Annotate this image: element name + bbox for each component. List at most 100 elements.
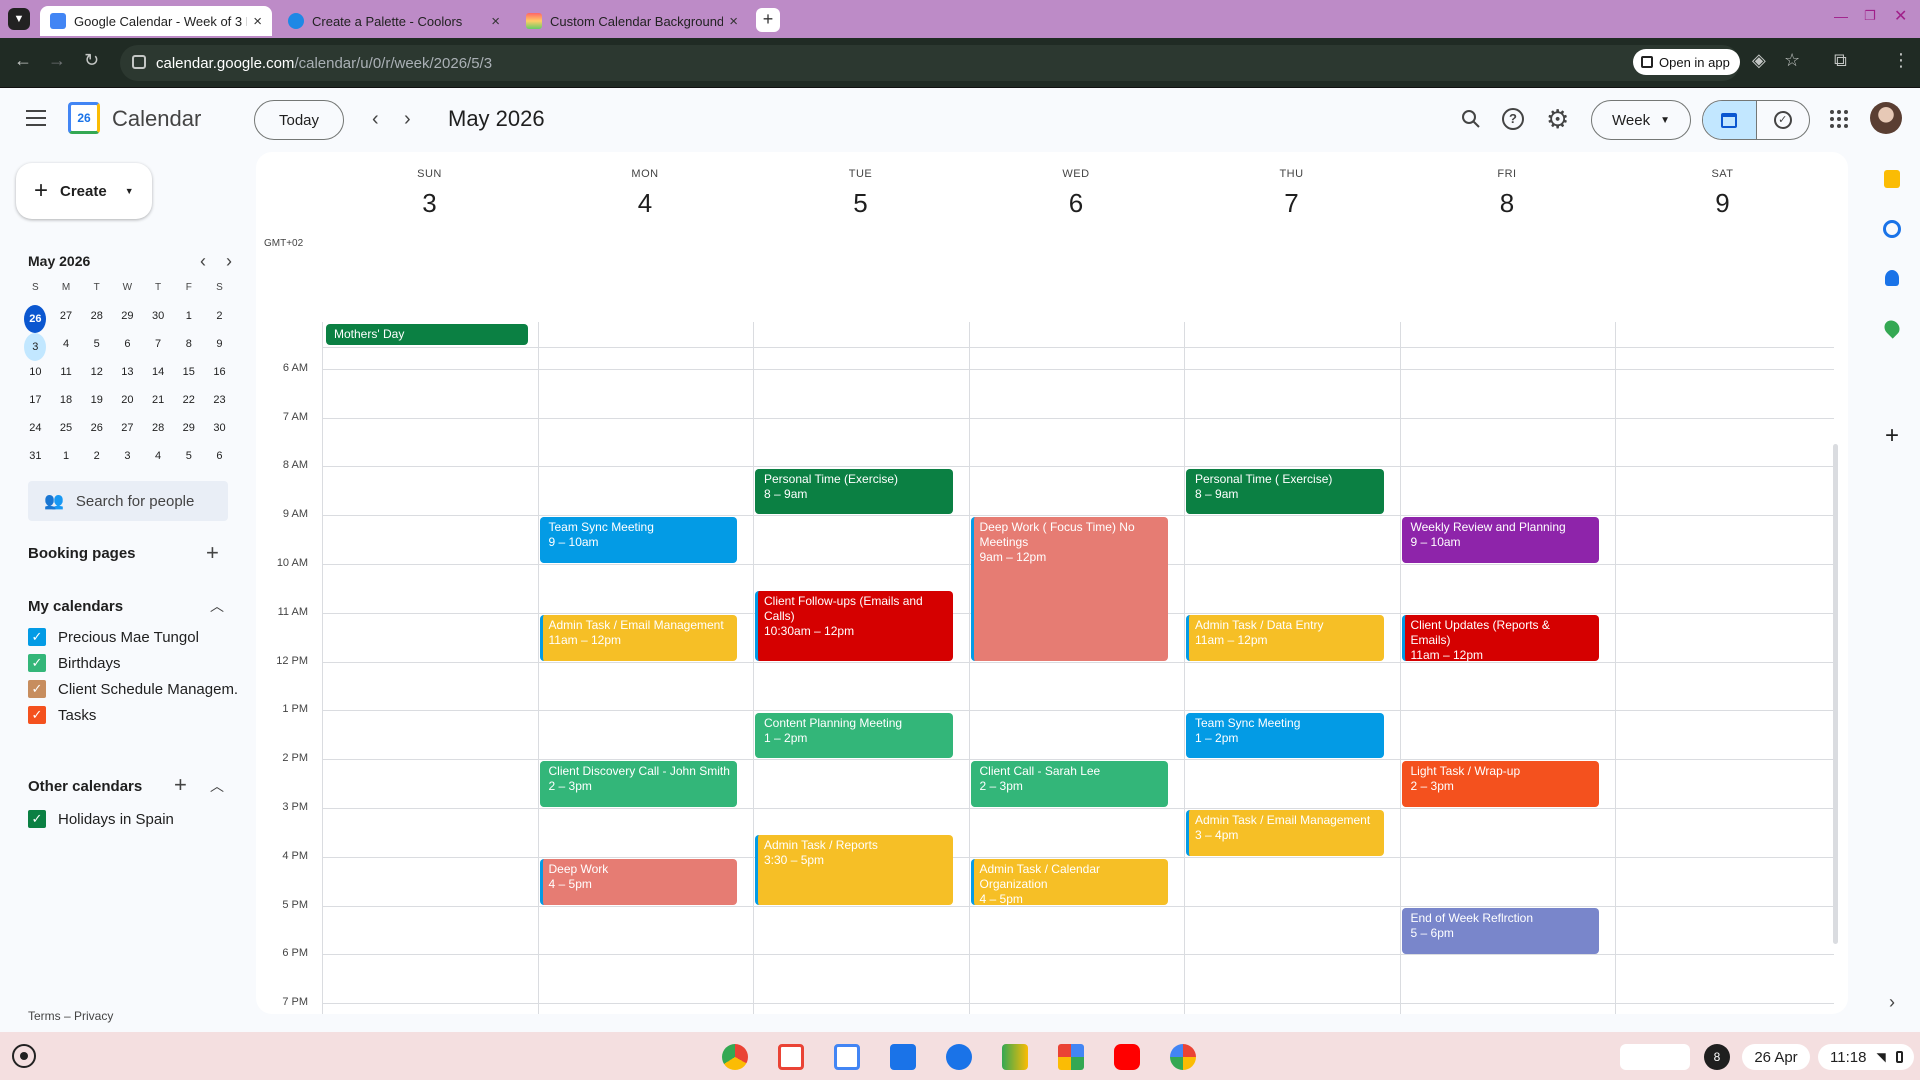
- day-header[interactable]: SUN 3: [322, 152, 537, 219]
- calendar-event[interactable]: Admin Task / Email Management 3 – 4pm: [1186, 810, 1384, 856]
- calendar-event[interactable]: Weekly Review and Planning 9 – 10am: [1401, 517, 1599, 564]
- booking-pages-heading[interactable]: Booking pages: [28, 545, 136, 562]
- calendar-event[interactable]: Admin Task / Reports 3:30 – 5pm: [755, 834, 953, 905]
- mini-day[interactable]: 28: [81, 302, 112, 330]
- mini-day[interactable]: 29: [173, 414, 204, 442]
- mini-prev-icon[interactable]: ‹: [200, 251, 206, 272]
- checkbox-checked-icon[interactable]: ✓: [28, 706, 46, 724]
- checkbox-checked-icon[interactable]: ✓: [28, 654, 46, 672]
- status-tray[interactable]: 11:18 ◥: [1818, 1044, 1914, 1070]
- calendar-event[interactable]: Team Sync Meeting 9 – 10am: [539, 517, 737, 564]
- mini-day[interactable]: 16: [204, 358, 235, 386]
- avatar[interactable]: [1870, 102, 1902, 134]
- day-header[interactable]: THU 7: [1184, 152, 1399, 219]
- tab-search-button[interactable]: ▼: [8, 8, 30, 30]
- photos-icon[interactable]: [1170, 1044, 1196, 1070]
- minimize-icon[interactable]: —: [1834, 8, 1848, 24]
- lens-icon[interactable]: ◈: [1752, 50, 1766, 71]
- mini-day[interactable]: 15: [173, 358, 204, 386]
- today-button[interactable]: Today: [254, 100, 344, 140]
- calendar-list-item[interactable]: ✓ Birthdays: [28, 654, 238, 672]
- day-header[interactable]: FRI 8: [1400, 152, 1615, 219]
- mini-day[interactable]: 25: [51, 414, 82, 442]
- forward-icon[interactable]: →: [48, 50, 66, 71]
- site-info-icon[interactable]: [132, 55, 146, 69]
- mini-day[interactable]: 19: [81, 386, 112, 414]
- play-store-icon[interactable]: [1058, 1044, 1084, 1070]
- search-people-input[interactable]: 👥 Search for people: [28, 481, 228, 521]
- mini-day[interactable]: 27: [51, 302, 82, 330]
- all-day-event[interactable]: Mothers' Day: [326, 324, 528, 345]
- calendar-list-item[interactable]: ✓ Holidays in Spain: [28, 810, 238, 828]
- calendar-event[interactable]: Personal Time (Exercise) 8 – 9am: [755, 468, 953, 515]
- bookmark-star-icon[interactable]: ☆: [1784, 50, 1800, 71]
- holding-space-thumbnail[interactable]: [1620, 1044, 1690, 1070]
- mini-day[interactable]: 29: [112, 302, 143, 330]
- help-icon[interactable]: ?: [1502, 108, 1524, 130]
- calendar-event[interactable]: Admin Task / Calendar Organization 4 – 5p…: [970, 859, 1168, 905]
- close-window-icon[interactable]: ✕: [1894, 6, 1907, 26]
- tasks-icon[interactable]: [1866, 220, 1918, 238]
- checkbox-checked-icon[interactable]: ✓: [28, 628, 46, 646]
- mini-day[interactable]: 22: [173, 386, 204, 414]
- calendar-list-item[interactable]: ✓ Tasks: [28, 706, 238, 724]
- day-header[interactable]: MON 4: [538, 152, 753, 219]
- gmail-icon[interactable]: [778, 1044, 804, 1070]
- previous-week-icon[interactable]: ‹: [372, 108, 379, 131]
- search-icon[interactable]: [1460, 108, 1482, 130]
- launcher-icon[interactable]: [12, 1044, 36, 1068]
- mini-day[interactable]: 11: [51, 358, 82, 386]
- youtube-icon[interactable]: [1114, 1044, 1140, 1070]
- reload-icon[interactable]: ↻: [84, 50, 99, 71]
- close-icon[interactable]: ×: [491, 13, 500, 30]
- calendar-event[interactable]: End of Week Reflrction 5 – 6pm: [1401, 907, 1599, 954]
- mini-day[interactable]: 1: [173, 302, 204, 330]
- other-calendars-heading[interactable]: Other calendars: [28, 778, 142, 795]
- contacts-icon[interactable]: [1866, 270, 1918, 286]
- mini-day[interactable]: 13: [112, 358, 143, 386]
- back-icon[interactable]: ←: [14, 50, 32, 71]
- my-calendars-heading[interactable]: My calendars: [28, 598, 123, 615]
- calendar-event[interactable]: Content Planning Meeting 1 – 2pm: [755, 712, 953, 759]
- mini-day[interactable]: 21: [143, 386, 174, 414]
- mini-day[interactable]: 31: [20, 442, 51, 470]
- close-icon[interactable]: ×: [253, 13, 262, 30]
- open-in-app-button[interactable]: Open in app: [1633, 49, 1740, 75]
- checkbox-checked-icon[interactable]: ✓: [28, 810, 46, 828]
- calendar-list-item[interactable]: ✓ Client Schedule Managem...: [28, 680, 238, 698]
- google-apps-icon[interactable]: [1830, 110, 1848, 128]
- calendar-event[interactable]: Admin Task / Email Management 11am – 12pm: [539, 615, 737, 661]
- mini-day[interactable]: 9: [204, 330, 235, 358]
- tasks-view-icon[interactable]: ✓: [1757, 101, 1810, 139]
- date-tray[interactable]: 26 Apr: [1742, 1044, 1810, 1070]
- new-tab-button[interactable]: +: [756, 8, 780, 32]
- mini-day[interactable]: 23: [204, 386, 235, 414]
- calendar-event[interactable]: Client Discovery Call - John Smith 2 – 3p…: [539, 761, 737, 808]
- mini-day[interactable]: 20: [112, 386, 143, 414]
- next-week-icon[interactable]: ›: [404, 108, 411, 131]
- calendar-view-icon[interactable]: [1703, 101, 1757, 139]
- mini-day[interactable]: 4: [143, 442, 174, 470]
- mini-day[interactable]: 5: [173, 442, 204, 470]
- terms-privacy-link[interactable]: Terms – Privacy: [28, 1009, 113, 1023]
- chrome-icon[interactable]: [722, 1044, 748, 1070]
- calendar-event[interactable]: Client Call - Sarah Lee 2 – 3pm: [970, 761, 1168, 808]
- tab-google-calendar[interactable]: Google Calendar - Week of 3 M ×: [40, 6, 272, 36]
- day-header[interactable]: SAT 9: [1615, 152, 1830, 219]
- view-selector[interactable]: Week ▼: [1591, 100, 1691, 140]
- calendar-event[interactable]: Client Follow-ups (Emails and Calls) 10:3…: [755, 590, 953, 661]
- mini-day[interactable]: 2: [204, 302, 235, 330]
- collapse-chevron-icon[interactable]: ︿: [210, 776, 224, 796]
- calendar-event[interactable]: Deep Work 4 – 5pm: [539, 859, 737, 905]
- maximize-icon[interactable]: ❐: [1864, 8, 1876, 24]
- calendar-event[interactable]: Deep Work ( Focus Time) No Meetings 9am –…: [970, 517, 1168, 661]
- notification-badge[interactable]: 8: [1704, 1044, 1730, 1070]
- messages-icon[interactable]: [946, 1044, 972, 1070]
- mini-day[interactable]: 26: [81, 414, 112, 442]
- mini-day[interactable]: 28: [143, 414, 174, 442]
- day-header[interactable]: WED 6: [969, 152, 1184, 219]
- mini-day[interactable]: 4: [51, 330, 82, 358]
- mini-day[interactable]: 5: [81, 330, 112, 358]
- vertical-scrollbar[interactable]: [1833, 444, 1838, 944]
- close-icon[interactable]: ×: [729, 13, 738, 30]
